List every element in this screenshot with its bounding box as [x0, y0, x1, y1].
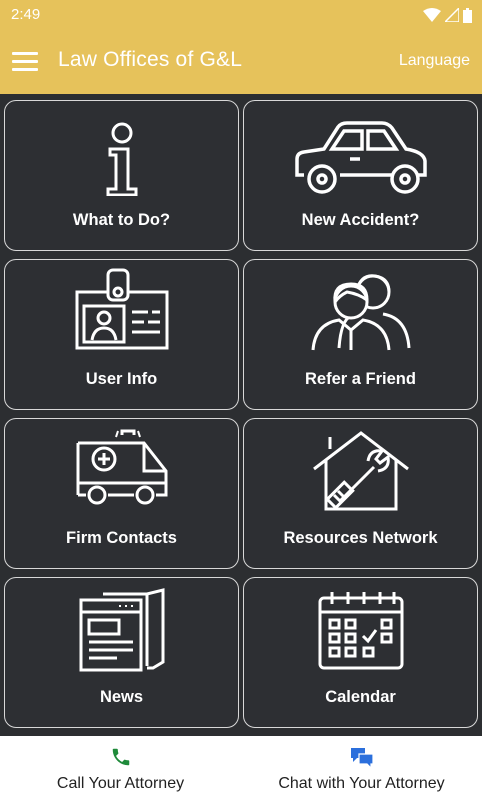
- car-icon: [294, 121, 427, 194]
- ambulance-icon: [76, 429, 167, 505]
- house-tools-icon: [312, 431, 409, 511]
- language-button[interactable]: Language: [399, 52, 470, 70]
- id-badge-icon: [75, 268, 168, 350]
- tile-calendar[interactable]: Calendar: [243, 577, 478, 728]
- tile-label: Refer a Friend: [305, 370, 416, 388]
- tile-label: New Accident?: [301, 211, 420, 229]
- tile-what-to-do[interactable]: What to Do?: [4, 100, 239, 251]
- tile-user-info[interactable]: User Info: [4, 259, 239, 410]
- info-icon: [106, 122, 137, 196]
- newspaper-icon: [79, 588, 164, 672]
- bottom-nav: Call Your Attorney Chat with Your Attorn…: [0, 736, 482, 800]
- tile-label: What to Do?: [72, 211, 171, 229]
- tile-label: Calendar: [325, 688, 396, 706]
- battery-icon: [463, 7, 472, 23]
- app-title: Law Offices of G&L: [58, 48, 243, 71]
- chat-attorney-label: Chat with Your Attorney: [278, 775, 445, 792]
- status-bar: 2:49: [0, 0, 482, 30]
- tile-refer-friend[interactable]: Refer a Friend: [243, 259, 478, 410]
- tile-label: News: [99, 688, 144, 706]
- call-attorney-label: Call Your Attorney: [56, 775, 185, 792]
- app-bar: Law Offices of G&L Language: [0, 30, 482, 94]
- tile-news[interactable]: News: [4, 577, 239, 728]
- tile-new-accident[interactable]: New Accident?: [243, 100, 478, 251]
- tile-firm-contacts[interactable]: Firm Contacts: [4, 418, 239, 569]
- chat-attorney-button[interactable]: Chat with Your Attorney: [241, 736, 482, 800]
- hamburger-menu-icon[interactable]: [12, 52, 38, 72]
- call-attorney-button[interactable]: Call Your Attorney: [0, 736, 241, 800]
- status-time: 2:49: [11, 6, 41, 23]
- phone-icon: [112, 748, 129, 766]
- tile-label: User Info: [85, 370, 158, 388]
- tile-resources-network[interactable]: Resources Network: [243, 418, 478, 569]
- menu-grid: What to Do? New Accident? User Info Refe…: [4, 100, 478, 728]
- people-icon: [311, 274, 410, 351]
- wifi-icon: [423, 8, 441, 22]
- status-icons: [423, 7, 472, 23]
- chat-bubbles-icon: [350, 748, 374, 770]
- tile-label: Firm Contacts: [66, 529, 177, 547]
- signal-icon: [445, 8, 459, 22]
- tile-label: Resources Network: [283, 529, 438, 547]
- calendar-icon: [318, 592, 403, 670]
